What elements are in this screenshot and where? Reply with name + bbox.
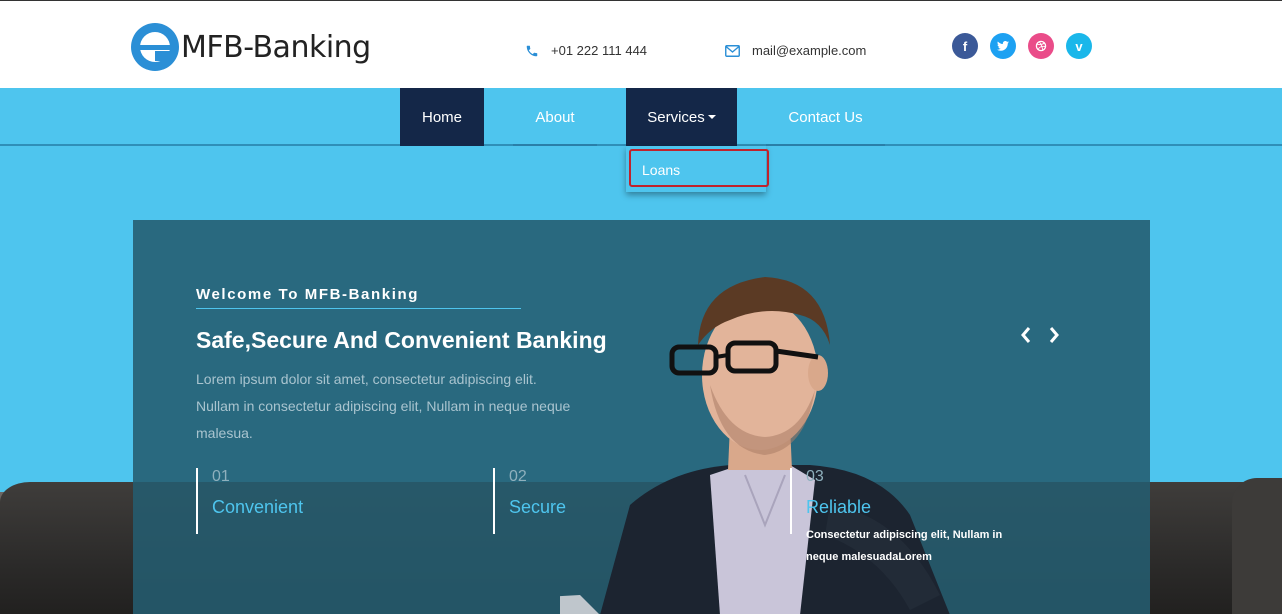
feature-title: Reliable [806,497,872,517]
dribbble-icon[interactable] [1028,33,1054,59]
chevron-right-icon[interactable] [1048,326,1060,344]
welcome-underline [196,308,521,309]
envelope-icon [725,44,740,57]
feature-number: 02 [509,468,527,485]
phone-icon [526,45,538,56]
feature-title: Convenient [212,497,304,517]
top-header: MFB-Banking +01 222 111 444 mail@example… [0,0,1282,88]
feature-item: 03 Reliable Consectetur adipiscing elit,… [790,468,1006,563]
feature-item: 02 Secure [493,468,566,534]
hero-banner: Welcome To MFB-Banking Safe,Secure And C… [0,220,1282,614]
email-contact[interactable]: mail@example.com [725,43,866,58]
nav-about-label: About [535,108,575,126]
phone-number: +01 222 111 444 [551,43,648,58]
hero-description: Lorem ipsum dolor sit amet, consectetur … [196,371,571,441]
caret-down-icon [707,115,716,119]
email-address: mail@example.com [752,43,867,58]
nav-home-label: Home [421,108,462,126]
main-nav: Home About Services Contact Us [0,88,1282,146]
sofa-arm-right [1232,478,1282,614]
feature-item: 01 Convenient [196,468,303,534]
twitter-icon[interactable] [990,33,1016,59]
vimeo-icon[interactable]: v [1066,33,1092,59]
slider-controls [1020,326,1060,344]
feature-number: 01 [212,468,230,485]
chevron-left-icon[interactable] [1020,326,1032,344]
hero-title: Safe,Secure And Convenient Banking [196,327,607,353]
nav-about[interactable]: About [513,88,597,146]
nav-services-label: Services [647,108,705,126]
nav-home[interactable]: Home [400,88,484,146]
social-links: f v [952,33,1092,59]
brand-name: MFB-Banking [181,29,371,65]
welcome-heading: Welcome To MFB-Banking [196,286,419,303]
facebook-icon[interactable]: f [952,33,978,59]
nav-contact[interactable]: Contact Us [766,88,885,146]
feature-number: 03 [806,468,824,485]
feature-description: Consectetur adipiscing elit, Nullam in n… [806,529,1003,563]
feature-title: Secure [509,497,567,517]
nav-contact-label: Contact Us [788,108,863,126]
phone-contact[interactable]: +01 222 111 444 [525,43,647,58]
brand-logo[interactable]: MFB-Banking [131,23,371,71]
services-dropdown: Loans [626,146,769,192]
dropdown-item-loans[interactable]: Loans [629,149,769,187]
nav-services[interactable]: Services [626,88,737,146]
e-logo-icon [131,23,179,71]
